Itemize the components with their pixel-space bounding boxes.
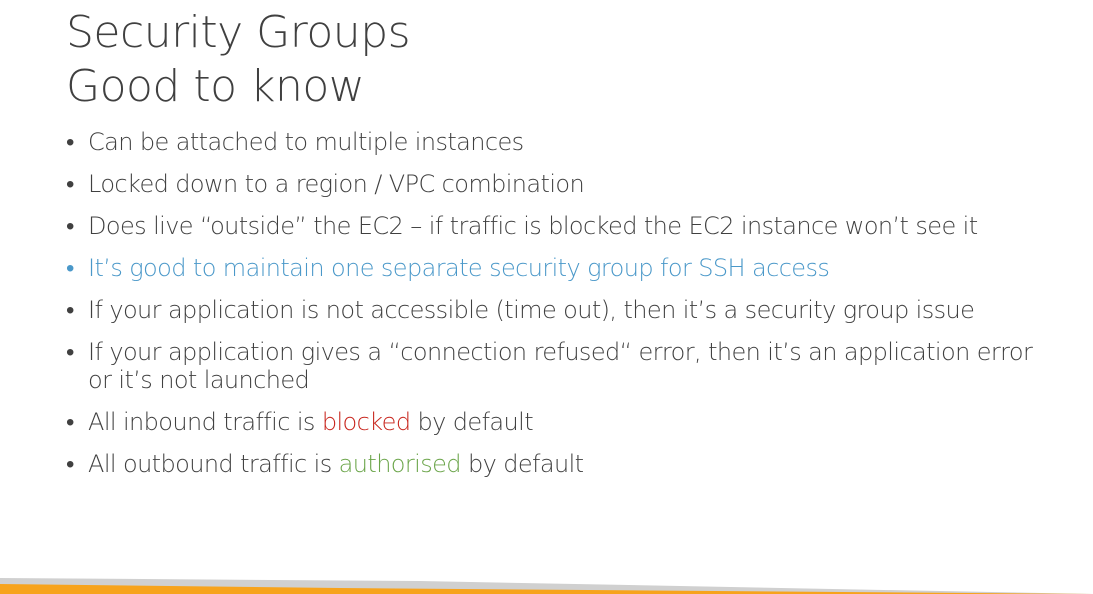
bullet-item: • If your application gives a “connectio… [66,338,1036,394]
bullet-item: • If your application is not accessible … [66,296,1036,324]
bullet-dot: • [66,212,74,240]
bullet-text: If your application gives a “connection … [88,338,1033,394]
bullet-dot: • [66,408,74,436]
bullet-text-after: by default [410,408,534,436]
bullet-text: Locked down to a region / VPC combinatio… [88,170,585,198]
bullet-text: If your application is not accessible (t… [88,296,975,324]
bullet-dot: • [66,450,74,478]
title-line-1: Security Groups [66,7,411,58]
bullet-text-before: All inbound traffic is [88,408,322,436]
bullet-text: It’s good to maintain one separate secur… [88,254,830,282]
bullet-list: • Can be attached to multiple instances … [66,128,1036,492]
slide-title: Security Groups Good to know [66,6,411,114]
title-line-2: Good to know [66,61,365,112]
bullet-text-after: by default [460,450,584,478]
bottom-decorative-bar [0,578,1093,594]
bullet-item: • Can be attached to multiple instances [66,128,1036,156]
bullet-item: • Locked down to a region / VPC combinat… [66,170,1036,198]
bullet-item: • Does live “outside” the EC2 – if traff… [66,212,1036,240]
bullet-item: • All inbound traffic is blocked by defa… [66,408,1036,436]
blocked-keyword: blocked [321,408,411,436]
bullet-text-before: All outbound traffic is [88,450,339,478]
bullet-dot: • [66,338,74,366]
authorised-keyword: authorised [338,450,462,478]
bullet-text: Can be attached to multiple instances [88,128,524,156]
bullet-dot: • [66,170,74,198]
bullet-dot: • [66,128,74,156]
bullet-item-highlighted: • It’s good to maintain one separate sec… [66,254,1036,282]
slide: Security Groups Good to know • Can be at… [0,0,1093,594]
bullet-item: • All outbound traffic is authorised by … [66,450,1036,478]
bullet-text: Does live “outside” the EC2 – if traffic… [88,212,978,240]
bullet-dot: • [66,296,74,324]
bullet-dot: • [66,254,74,282]
